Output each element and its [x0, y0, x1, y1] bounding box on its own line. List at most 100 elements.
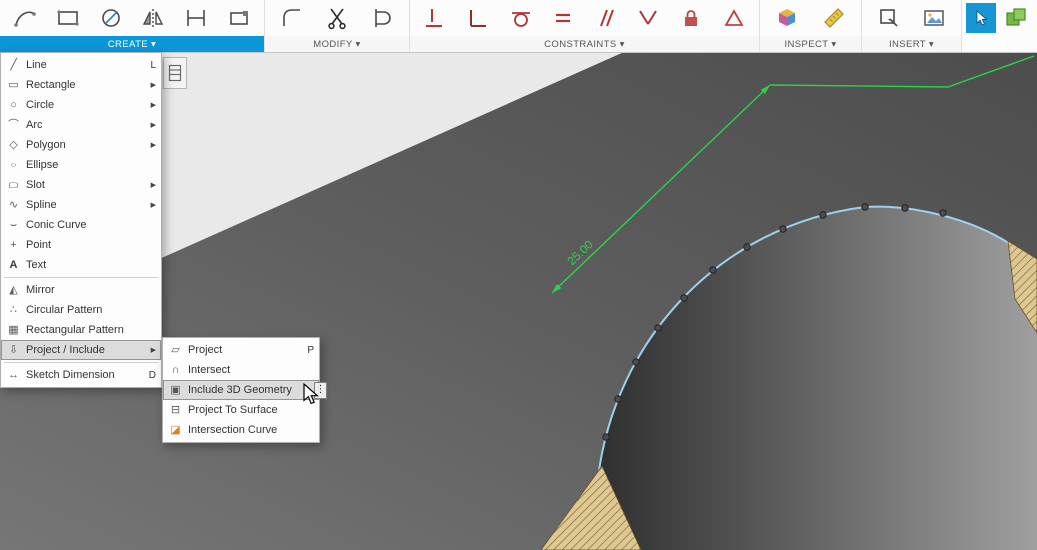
- spline-point: [779, 225, 787, 233]
- circle-diameter-icon[interactable]: [96, 3, 126, 33]
- menu-item-project[interactable]: ▱ Project P: [163, 340, 319, 360]
- rectangle-tool-icon[interactable]: [53, 3, 83, 33]
- menu-item-polygon[interactable]: ◇ Polygon ▶: [1, 135, 161, 155]
- submenu-arrow-icon: ▶: [150, 202, 156, 209]
- equal-constraint-icon[interactable]: [548, 3, 578, 33]
- spline-point: [901, 204, 909, 212]
- include-3d-geometry-icon: ▣: [170, 383, 181, 396]
- menu-item-rectangular-pattern[interactable]: ▦ Rectangular Pattern: [1, 320, 161, 340]
- menu-item-point[interactable]: + Point: [1, 235, 161, 255]
- canvas-image-icon[interactable]: [919, 3, 949, 33]
- menu-item-text[interactable]: A Text: [1, 255, 161, 275]
- trim-scissors-icon[interactable]: [322, 3, 352, 33]
- menu-separator: [4, 277, 158, 278]
- menu-item-intersect[interactable]: ∩ Intersect: [163, 360, 319, 380]
- create-dropdown[interactable]: CREATE ▾: [0, 36, 264, 52]
- menu-item-label: Text: [26, 259, 47, 271]
- menu-item-label: Intersect: [188, 364, 231, 376]
- submenu-arrow-icon: ▶: [150, 142, 156, 149]
- palette-fragment-icon: [168, 64, 182, 82]
- menu-item-sketch-dimension[interactable]: ↔ Sketch Dimension D: [1, 365, 161, 385]
- menu-item-label: Polygon: [26, 139, 66, 151]
- spline-icon: ∿: [8, 198, 19, 211]
- menu-item-circular-pattern[interactable]: ∴ Circular Pattern: [1, 300, 161, 320]
- lock-constraint-icon[interactable]: [676, 3, 706, 33]
- toolbar-group-constraints: CONSTRAINTS ▾: [410, 0, 760, 52]
- menu-item-arc[interactable]: ⌒ Arc ▶: [1, 115, 161, 135]
- options-kebab-icon[interactable]: ⋮: [313, 381, 327, 399]
- measure-cube-icon[interactable]: [772, 3, 802, 33]
- arc-icon: ⌒: [8, 118, 19, 131]
- distance-tool-icon[interactable]: [181, 3, 211, 33]
- submenu-arrow-icon: ▶: [150, 347, 156, 354]
- menu-item-project-include[interactable]: ⇩ Project / Include ▶: [1, 340, 161, 360]
- mirror-icon: ◭: [9, 283, 18, 296]
- menu-item-conic-curve[interactable]: ⌣ Conic Curve: [1, 215, 161, 235]
- menu-item-label: Rectangular Pattern: [26, 324, 124, 336]
- ruler-icon[interactable]: [819, 3, 849, 33]
- menu-item-mirror[interactable]: ◭ Mirror: [1, 280, 161, 300]
- shortcut-label: P: [307, 344, 314, 356]
- menu-item-ellipse[interactable]: ○ Ellipse: [1, 155, 161, 175]
- submenu-arrow-icon: ▶: [150, 82, 156, 89]
- menu-separator: [4, 362, 158, 363]
- select-tool-active[interactable]: [966, 3, 996, 33]
- menu-item-rectangle[interactable]: ▭ Rectangle ▶: [1, 75, 161, 95]
- menu-item-label: Rectangle: [26, 79, 76, 91]
- modify-dropdown[interactable]: MODIFY ▾: [265, 36, 409, 52]
- rectangle-icon: ▭: [8, 78, 19, 91]
- circular-pattern-icon: ∴: [10, 303, 17, 316]
- tangent-constraint-icon[interactable]: [506, 3, 536, 33]
- spline-point: [632, 358, 640, 366]
- submenu-arrow-icon: ▶: [150, 102, 156, 109]
- spline-point: [654, 324, 662, 332]
- line-icon: ╱: [10, 58, 17, 71]
- rectangular-pattern-icon: ▦: [8, 323, 19, 336]
- spline-point: [709, 266, 717, 274]
- submenu-arrow-icon: ▶: [150, 182, 156, 189]
- insert-dropdown[interactable]: INSERT ▾: [862, 36, 961, 52]
- fillet-tool-icon[interactable]: [277, 3, 307, 33]
- menu-item-label: Slot: [26, 179, 45, 191]
- ellipse-icon: ○: [10, 160, 17, 169]
- point-rectangle-icon[interactable]: [224, 3, 254, 33]
- conic-curve-icon: ⌣: [9, 218, 18, 231]
- circle-icon: ○: [10, 98, 17, 111]
- menu-item-line[interactable]: ╱ Line L: [1, 55, 161, 75]
- spline-point: [680, 294, 688, 302]
- menu-item-intersection-curve[interactable]: ◪ Intersection Curve: [163, 420, 319, 440]
- text-icon: A: [9, 258, 18, 271]
- menu-item-label: Intersection Curve: [188, 424, 278, 436]
- new-component-icon[interactable]: [1001, 3, 1031, 33]
- extend-tool-icon[interactable]: [367, 3, 397, 33]
- menu-item-label: Arc: [26, 119, 43, 131]
- triangle-constraint-icon[interactable]: [719, 3, 749, 33]
- menu-item-label: Mirror: [26, 284, 55, 296]
- menu-item-label: Include 3D Geometry: [188, 384, 292, 396]
- toolbar-group-right: [962, 0, 1037, 52]
- two-point-line-icon[interactable]: [10, 3, 40, 33]
- inspect-dropdown[interactable]: INSPECT ▾: [760, 36, 861, 52]
- angle-constraint-icon[interactable]: [633, 3, 663, 33]
- menu-item-label: Line: [26, 59, 47, 71]
- spline-point: [602, 433, 610, 441]
- horizontal-vertical-constraint-icon[interactable]: [420, 3, 450, 33]
- menu-item-spline[interactable]: ∿ Spline ▶: [1, 195, 161, 215]
- spline-point: [614, 395, 622, 403]
- palette-fragment[interactable]: [163, 57, 187, 89]
- insert-derive-icon[interactable]: [874, 3, 904, 33]
- create-menu: ╱ Line L ▭ Rectangle ▶ ○ Circle ▶ ⌒ Arc ▶ ◇ Polygon ▶ ○…: [0, 52, 162, 388]
- menu-item-circle[interactable]: ○ Circle ▶: [1, 95, 161, 115]
- menu-item-slot[interactable]: ▢ Slot ▶: [1, 175, 161, 195]
- toolbar-group-insert: INSERT ▾: [862, 0, 962, 52]
- menu-item-label: Project To Surface: [188, 404, 278, 416]
- spline-point: [819, 211, 827, 219]
- project-include-icon: ⇩: [8, 343, 19, 356]
- perpendicular-constraint-icon[interactable]: [463, 3, 493, 33]
- mirror-tool-icon[interactable]: [138, 3, 168, 33]
- menu-item-project-to-surface[interactable]: ⊟ Project To Surface: [163, 400, 319, 420]
- constraints-dropdown[interactable]: CONSTRAINTS ▾: [410, 36, 759, 52]
- menu-item-label: Point: [26, 239, 52, 251]
- menu-item-include-3d-geometry[interactable]: ▣ Include 3D Geometry ⋮: [163, 380, 327, 400]
- parallel-constraint-icon[interactable]: [591, 3, 621, 33]
